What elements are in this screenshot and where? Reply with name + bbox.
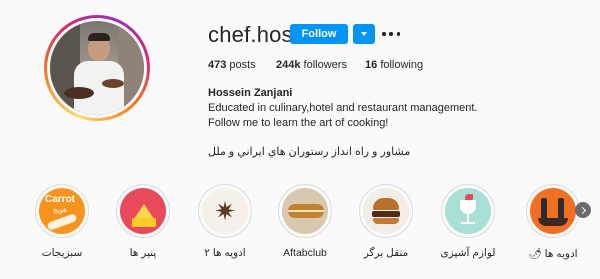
highlight-item[interactable]: Aftabclub bbox=[260, 184, 350, 259]
following-stat[interactable]: 16 following bbox=[365, 59, 423, 71]
highlight-ring: Carrot هويج bbox=[35, 184, 89, 238]
highlight-ring: ✷ bbox=[198, 184, 252, 238]
highlight-item[interactable]: ادویه ها 🌶 bbox=[508, 184, 598, 260]
suggested-accounts-dropdown-button[interactable] bbox=[353, 24, 375, 44]
chevron-right-icon bbox=[578, 206, 586, 214]
dot-icon bbox=[382, 32, 386, 36]
more-options-button[interactable] bbox=[382, 24, 400, 44]
highlight-thumb-subtext: هويج bbox=[53, 207, 67, 214]
highlights-next-button[interactable] bbox=[575, 202, 591, 218]
highlight-item[interactable]: منقل برگر bbox=[341, 184, 431, 259]
pastry-icon bbox=[282, 188, 328, 234]
burger-icon bbox=[363, 188, 409, 234]
highlight-item[interactable]: پنیر ها bbox=[98, 184, 188, 259]
highlight-label: پنیر ها bbox=[129, 247, 157, 259]
highlight-ring bbox=[359, 184, 413, 238]
dot-icon bbox=[396, 32, 400, 36]
highlight-label: منقل برگر bbox=[363, 247, 409, 259]
profile-bio: Hossein Zanjani Educated in culinary,hot… bbox=[208, 86, 477, 160]
chevron-down-icon bbox=[361, 32, 367, 36]
highlight-ring bbox=[526, 184, 580, 238]
posts-label: posts bbox=[229, 59, 256, 71]
posts-stat: 473 posts bbox=[208, 59, 256, 71]
avatar-photo bbox=[50, 21, 144, 115]
following-label: following bbox=[380, 59, 424, 71]
highlight-label: ادویه ها 🌶 bbox=[528, 248, 578, 260]
highlight-label: ادویه ها ۲ bbox=[204, 247, 246, 259]
followers-stat[interactable]: 244k followers bbox=[276, 59, 347, 71]
full-name: Hossein Zanjani bbox=[208, 87, 293, 99]
bio-line-2: Follow me to learn the art of cooking! bbox=[208, 117, 389, 129]
star-anise-icon: ✷ bbox=[202, 188, 248, 234]
following-count: 16 bbox=[365, 59, 378, 71]
highlight-label: لوازم آشپزی bbox=[440, 247, 496, 259]
highlight-item[interactable]: لوازم آشپزی bbox=[423, 184, 513, 259]
highlight-ring bbox=[278, 184, 332, 238]
highlight-item[interactable]: Carrot هويج سبزیجات bbox=[17, 184, 107, 259]
followers-label: followers bbox=[303, 59, 347, 71]
highlight-thumb-text: Carrot bbox=[45, 194, 76, 205]
kitchen-tools-icon bbox=[445, 188, 491, 234]
highlight-label: سبزیجات bbox=[41, 247, 83, 259]
carrot-icon: Carrot هويج bbox=[39, 188, 85, 234]
followers-count: 244k bbox=[276, 59, 301, 71]
highlight-ring bbox=[441, 184, 495, 238]
profile-avatar[interactable] bbox=[44, 15, 150, 121]
cheese-icon bbox=[120, 188, 166, 234]
highlight-ring bbox=[116, 184, 170, 238]
profile-page: chef.hosiz Follow 473 posts 244k followe… bbox=[0, 0, 600, 279]
highlight-label: Aftabclub bbox=[283, 247, 327, 259]
spice-grinder-icon bbox=[530, 188, 576, 234]
posts-count: 473 bbox=[208, 59, 227, 71]
dot-icon bbox=[389, 32, 393, 36]
follow-button[interactable]: Follow bbox=[290, 24, 348, 44]
story-highlights: Carrot هويج سبزیجات پنیر ها ✷ ادویه ها ۲… bbox=[0, 184, 600, 274]
highlight-item[interactable]: ✷ ادویه ها ۲ bbox=[180, 184, 270, 259]
bio-line-3: مشاور و راه انداز رستوران هاي ايراني و م… bbox=[208, 146, 411, 158]
avatar-border bbox=[47, 18, 147, 118]
bio-line-1: Educated in culinary,hotel and restauran… bbox=[208, 102, 478, 114]
